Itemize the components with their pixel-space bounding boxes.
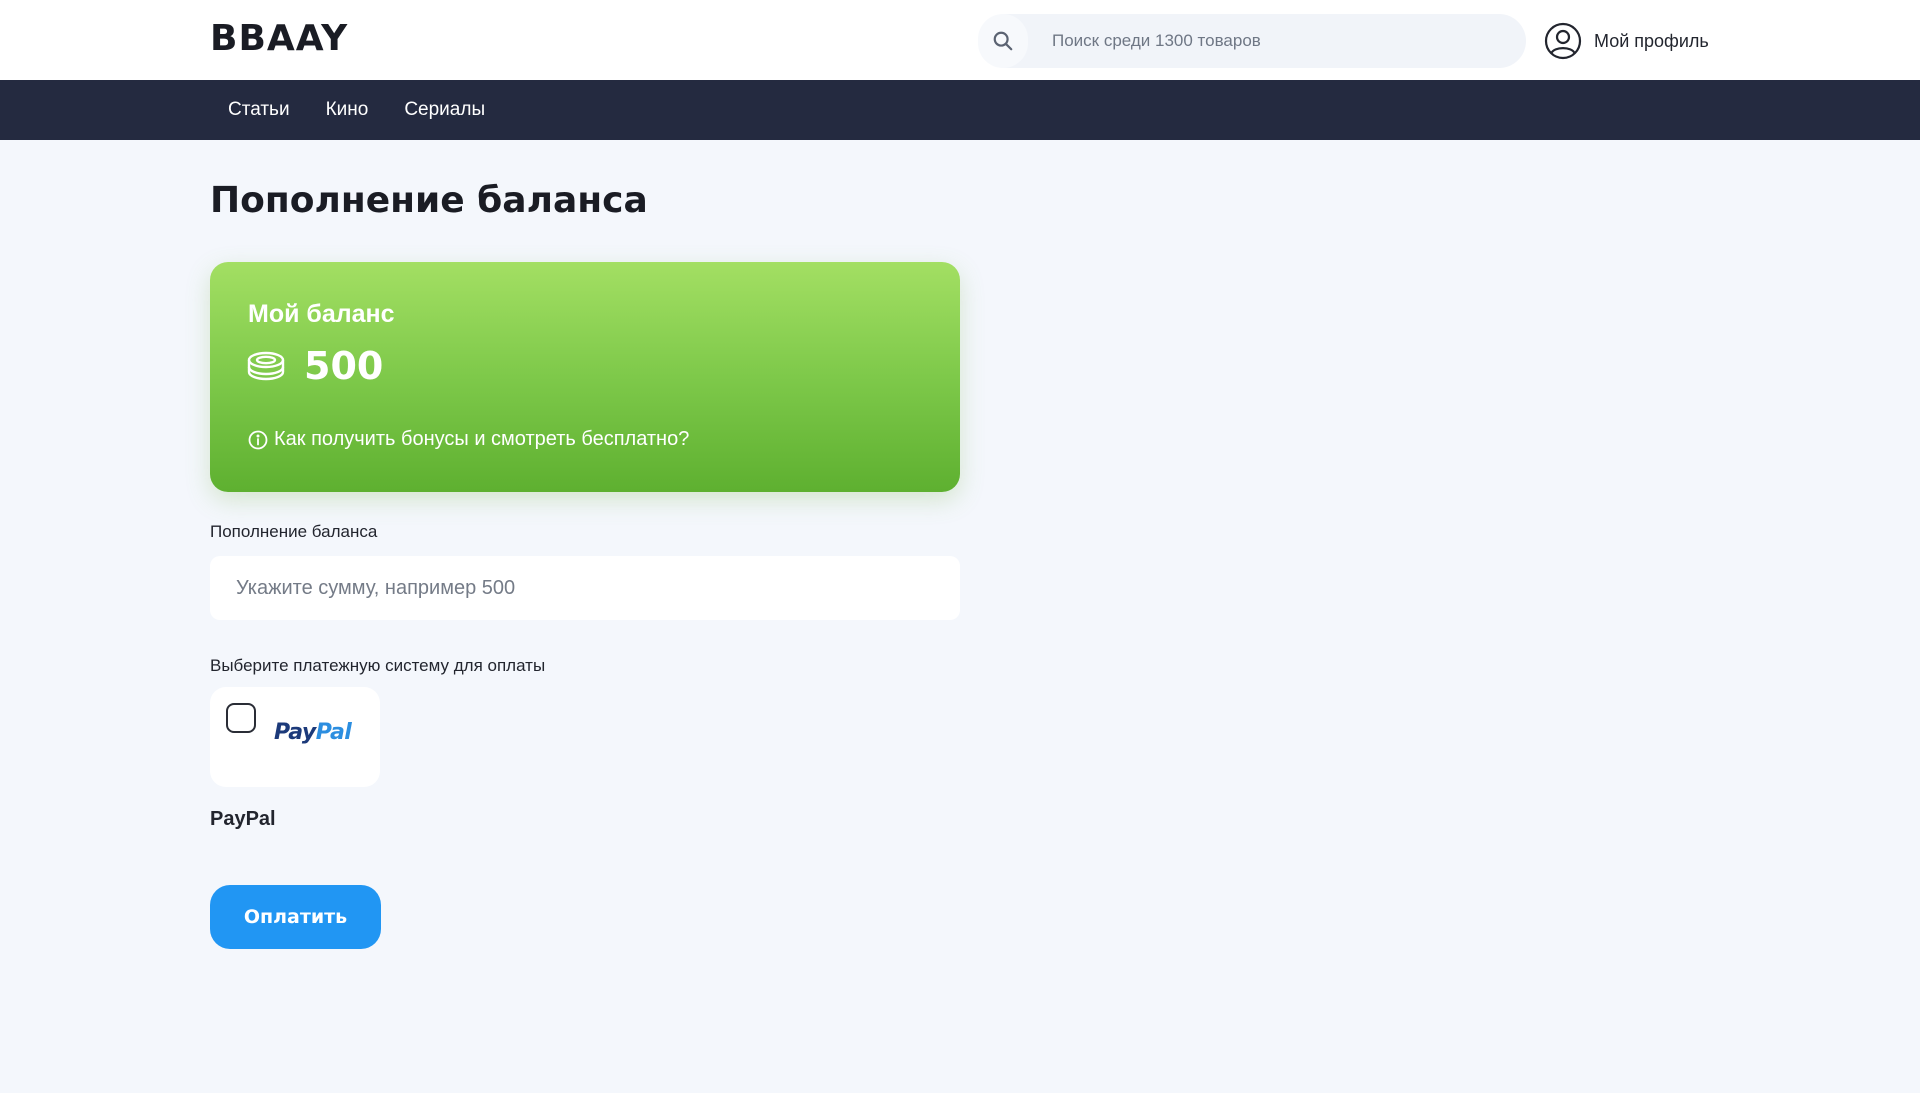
bonus-info-text: Как получить бонусы и смотреть бесплатно…	[274, 428, 690, 450]
site-header: BBAAY Мой профиль	[0, 0, 1920, 80]
balance-title: Мой баланс	[248, 300, 395, 328]
profile-link[interactable]: Мой профиль	[1544, 22, 1709, 60]
bonus-info-link[interactable]: Как получить бонусы и смотреть бесплатно…	[248, 428, 689, 451]
profile-label: Мой профиль	[1594, 30, 1709, 51]
search-button[interactable]	[978, 14, 1028, 68]
balance-amount: 500	[304, 344, 384, 388]
paypal-checkbox[interactable]	[226, 703, 256, 733]
payment-option-paypal[interactable]: PayPal	[210, 687, 380, 787]
search-bar	[978, 14, 1526, 68]
balance-row: 500	[246, 344, 383, 388]
search-icon	[993, 31, 1013, 51]
search-input[interactable]	[1052, 14, 1512, 68]
payment-system-label: Выберите платежную систему для оплаты	[210, 656, 546, 675]
amount-input[interactable]	[210, 556, 960, 620]
paypal-logo: PayPal	[274, 720, 352, 745]
pay-button[interactable]: Оплатить	[210, 885, 381, 949]
nav-item-movies[interactable]: Кино	[308, 99, 387, 121]
site-logo[interactable]: BBAAY	[210, 18, 348, 59]
info-icon	[248, 430, 268, 449]
nav-items: Статьи Кино Сериалы	[210, 80, 503, 140]
coins-icon	[247, 351, 285, 381]
balance-card: Мой баланс 500 Как получить бонусы и смо…	[210, 262, 960, 492]
user-circle-icon	[1544, 22, 1582, 60]
payment-option-name: PayPal	[210, 808, 276, 830]
nav-item-series[interactable]: Сериалы	[386, 99, 503, 121]
page-title: Пополнение баланса	[210, 180, 648, 221]
nav-item-articles[interactable]: Статьи	[210, 99, 308, 121]
main-nav: Статьи Кино Сериалы	[0, 80, 1920, 140]
topup-label: Пополнение баланса	[210, 522, 378, 541]
